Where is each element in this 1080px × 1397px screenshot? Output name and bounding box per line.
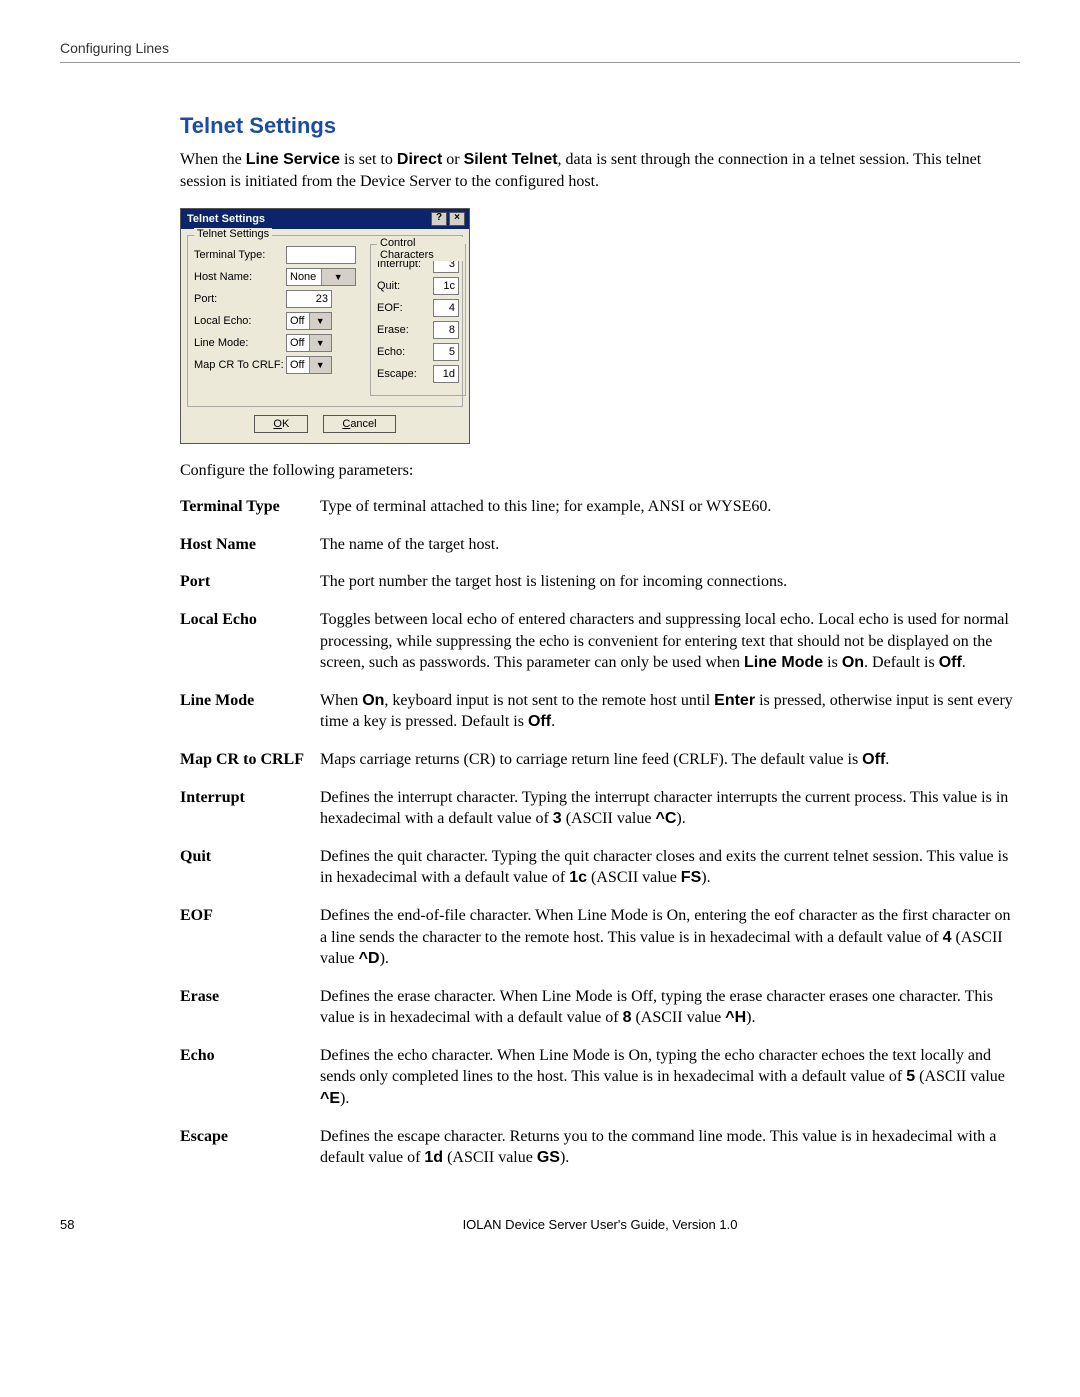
local-echo-select[interactable]: Off▼ (286, 312, 332, 330)
port-input[interactable] (286, 290, 332, 308)
param-desc-interrupt: Defines the interrupt character. Typing … (320, 779, 1020, 838)
ok-button[interactable]: OK (254, 415, 308, 433)
param-desc-eof: Defines the end-of-file character. When … (320, 897, 1020, 978)
param-desc-host-name: The name of the target host. (320, 526, 1020, 564)
echo-input[interactable] (433, 343, 459, 361)
label-port: Port: (194, 293, 286, 305)
param-label-port: Port (180, 563, 320, 601)
map-cr-select[interactable]: Off▼ (286, 356, 332, 374)
param-desc-map-cr: Maps carriage returns (CR) to carriage r… (320, 741, 1020, 779)
erase-input[interactable] (433, 321, 459, 339)
label-erase: Erase: (377, 324, 433, 336)
label-map-cr: Map CR To CRLF: (194, 359, 286, 371)
label-host-name: Host Name: (194, 271, 286, 283)
param-desc-erase: Defines the erase character. When Line M… (320, 978, 1020, 1037)
intro-mid2: or (442, 151, 463, 168)
escape-input[interactable] (433, 365, 459, 383)
param-desc-escape: Defines the escape character. Returns yo… (320, 1118, 1020, 1177)
running-header: Configuring Lines (60, 40, 1020, 63)
label-echo: Echo: (377, 346, 433, 358)
param-label-echo: Echo (180, 1037, 320, 1118)
param-label-local-echo: Local Echo (180, 601, 320, 682)
label-line-mode: Line Mode: (194, 337, 286, 349)
ok-label-rest: K (282, 418, 289, 430)
param-desc-echo: Defines the echo character. When Line Mo… (320, 1037, 1020, 1118)
telnet-settings-fieldset: Telnet Settings Terminal Type: Host Name… (187, 235, 463, 407)
intro-bold-3: Silent Telnet (464, 151, 558, 168)
param-label-eof: EOF (180, 897, 320, 978)
chevron-down-icon: ▼ (309, 335, 332, 351)
parameter-table: Terminal Type Type of terminal attached … (180, 488, 1020, 1177)
fieldset-legend: Telnet Settings (194, 228, 272, 240)
param-label-map-cr: Map CR to CRLF (180, 741, 320, 779)
configure-line: Configure the following parameters: (180, 462, 1020, 480)
param-label-quit: Quit (180, 838, 320, 897)
footer-text: IOLAN Device Server User's Guide, Versio… (180, 1217, 1020, 1232)
intro-mid1: is set to (340, 151, 397, 168)
param-desc-local-echo: Toggles between local echo of entered ch… (320, 601, 1020, 682)
cancel-button[interactable]: Cancel (323, 415, 395, 433)
param-desc-quit: Defines the quit character. Typing the q… (320, 838, 1020, 897)
chevron-down-icon: ▼ (321, 269, 356, 285)
help-button[interactable]: ? (431, 212, 447, 226)
param-label-line-mode: Line Mode (180, 682, 320, 741)
param-desc-line-mode: When On, keyboard input is not sent to t… (320, 682, 1020, 741)
section-intro: When the Line Service is set to Direct o… (180, 149, 1020, 192)
cancel-label-rest: ancel (350, 418, 376, 430)
map-cr-value: Off (287, 359, 309, 371)
local-echo-value: Off (287, 315, 309, 327)
intro-text: When the (180, 151, 246, 168)
label-escape: Escape: (377, 368, 433, 380)
label-terminal-type: Terminal Type: (194, 249, 286, 261)
telnet-settings-dialog: Telnet Settings ? × Telnet Settings Term… (180, 208, 470, 444)
param-label-terminal-type: Terminal Type (180, 488, 320, 526)
param-label-interrupt: Interrupt (180, 779, 320, 838)
param-label-escape: Escape (180, 1118, 320, 1177)
host-name-value: None (287, 271, 321, 283)
chevron-down-icon: ▼ (309, 313, 332, 329)
quit-input[interactable] (433, 277, 459, 295)
intro-bold-1: Line Service (246, 151, 340, 168)
page-number: 58 (60, 1217, 180, 1232)
host-name-select[interactable]: None▼ (286, 268, 356, 286)
dialog-titlebar: Telnet Settings ? × (181, 209, 469, 229)
terminal-type-input[interactable] (286, 246, 356, 264)
line-mode-value: Off (287, 337, 309, 349)
chevron-down-icon: ▼ (309, 357, 332, 373)
close-button[interactable]: × (449, 212, 465, 226)
label-quit: Quit: (377, 280, 433, 292)
param-label-host-name: Host Name (180, 526, 320, 564)
section-title: Telnet Settings (180, 113, 1020, 139)
intro-bold-2: Direct (397, 151, 442, 168)
eof-input[interactable] (433, 299, 459, 317)
label-eof: EOF: (377, 302, 433, 314)
param-desc-port: The port number the target host is liste… (320, 563, 1020, 601)
control-characters-fieldset: Control Characters Interrupt: Quit: EOF:… (370, 244, 466, 396)
dialog-title: Telnet Settings (185, 213, 429, 225)
line-mode-select[interactable]: Off▼ (286, 334, 332, 352)
param-label-erase: Erase (180, 978, 320, 1037)
cc-legend: Control Characters (377, 237, 465, 261)
param-desc-terminal-type: Type of terminal attached to this line; … (320, 488, 1020, 526)
label-local-echo: Local Echo: (194, 315, 286, 327)
